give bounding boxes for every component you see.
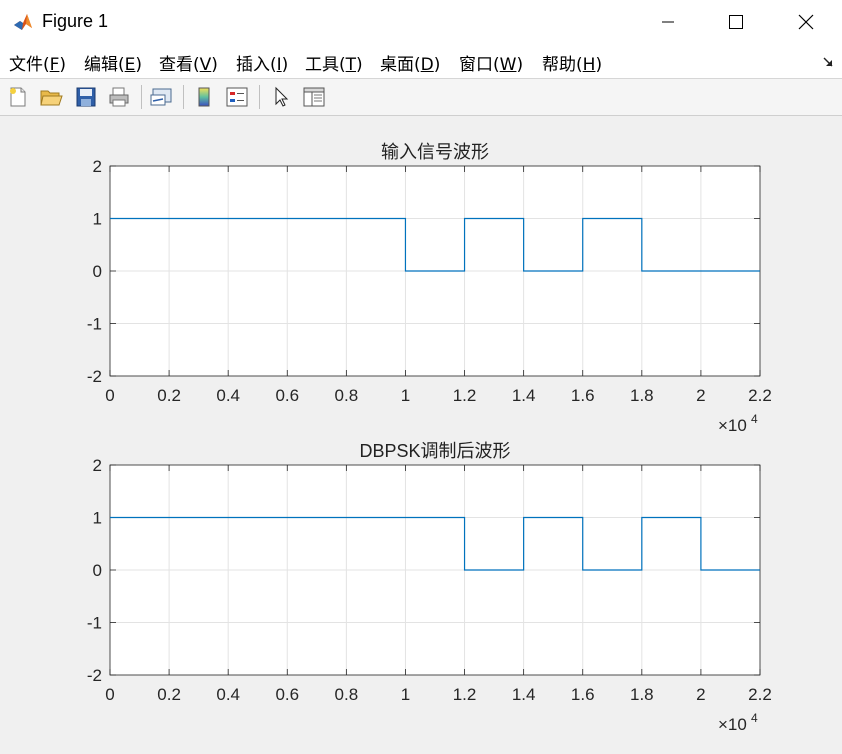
x-tick-label: 1.8 xyxy=(630,386,654,405)
y-tick-label: 2 xyxy=(93,456,102,475)
x-tick-label: 2 xyxy=(696,685,705,704)
x-tick-label: 0.6 xyxy=(275,386,299,405)
y-tick-label: 0 xyxy=(93,262,102,281)
link-plot-icon xyxy=(150,88,172,106)
new-figure-button[interactable] xyxy=(4,83,32,111)
menu-window[interactable]: 窗口(W) xyxy=(459,50,523,75)
x-tick-label: 1.2 xyxy=(453,386,477,405)
link-plot-button[interactable] xyxy=(147,83,175,111)
x-tick-label: 1.6 xyxy=(571,685,595,704)
x-tick-label: 1.4 xyxy=(512,685,536,704)
x-exponent: 4 xyxy=(751,711,758,725)
x-tick-label: 1.4 xyxy=(512,386,536,405)
x-tick-label: 2 xyxy=(696,386,705,405)
y-tick-label: 2 xyxy=(93,157,102,176)
minimize-icon xyxy=(662,21,674,23)
y-tick-label: 1 xyxy=(93,210,102,229)
save-button[interactable] xyxy=(72,83,100,111)
plot-canvas[interactable]: 0 0.2 0.4 0.6 0.8 1 1.2 1.4 1.6 1.8 2 2.2 2 1 0 -1 -2 ×10… xyxy=(0,116,842,750)
menu-file[interactable]: 文件(F) xyxy=(9,50,66,75)
property-inspector-icon xyxy=(303,87,325,107)
x-tick-label: 1.6 xyxy=(571,386,595,405)
axes-title: 输入信号波形 xyxy=(381,142,489,162)
y-tick-label: -2 xyxy=(87,367,102,386)
y-tick-label: 1 xyxy=(93,509,102,528)
menu-edit[interactable]: 编辑(E) xyxy=(84,50,142,75)
axes-title: DBPSK调制后波形 xyxy=(359,441,510,461)
edit-plot-button[interactable] xyxy=(267,83,295,111)
print-button[interactable] xyxy=(105,83,133,111)
print-icon xyxy=(109,87,129,107)
toolbar-separator xyxy=(259,85,260,109)
legend-button[interactable] xyxy=(223,83,251,111)
maximize-icon xyxy=(729,15,743,29)
x-exponent: 4 xyxy=(751,412,758,426)
close-icon xyxy=(798,14,814,30)
close-button[interactable] xyxy=(778,0,834,44)
x-exponent-label: ×10 xyxy=(718,416,747,435)
y-tick-label: -1 xyxy=(87,614,102,633)
y-tick-label: -2 xyxy=(87,666,102,685)
x-tick-label: 0 xyxy=(105,685,114,704)
x-tick-label: 0 xyxy=(105,386,114,405)
minimize-button[interactable] xyxy=(640,0,696,44)
x-exponent-label: ×10 xyxy=(718,715,747,734)
legend-icon xyxy=(226,87,248,107)
figure-canvas[interactable]: 0 0.2 0.4 0.6 0.8 1 1.2 1.4 1.6 1.8 2 2.2 2 1 0 -1 -2 ×10… xyxy=(0,116,842,750)
y-tick-label: 0 xyxy=(93,561,102,580)
open-file-button[interactable] xyxy=(37,83,65,111)
property-inspector-button[interactable] xyxy=(300,83,328,111)
x-tick-label: 0.8 xyxy=(335,386,359,405)
new-figure-icon xyxy=(10,87,26,107)
save-icon xyxy=(76,87,96,107)
x-tick-label: 0.4 xyxy=(216,386,240,405)
menu-view[interactable]: 查看(V) xyxy=(159,50,218,75)
matlab-logo-icon xyxy=(12,11,34,33)
menu-tools[interactable]: 工具(T) xyxy=(305,50,363,75)
axes-1[interactable]: 0 0.2 0.4 0.6 0.8 1 1.2 1.4 1.6 1.8 2 2.2 2 1 0 -1 -2 ×10… xyxy=(87,142,772,435)
maximize-button[interactable] xyxy=(708,0,764,44)
toolbar xyxy=(0,79,842,116)
x-tick-label: 2.2 xyxy=(748,685,772,704)
x-tick-label: 0.2 xyxy=(157,386,181,405)
colorbar-button[interactable] xyxy=(190,83,218,111)
menu-bar: 文件(F) 编辑(E) 查看(V) 插入(I) 工具(T) 桌面(D) 窗口(W… xyxy=(0,44,842,79)
axes-2[interactable]: 0 0.2 0.4 0.6 0.8 1 1.2 1.4 1.6 1.8 2 2.2 2 1 0 -1 -2 ×10… xyxy=(87,441,772,734)
menu-insert[interactable]: 插入(I) xyxy=(236,50,288,75)
x-tick-label: 1.2 xyxy=(453,685,477,704)
menu-help[interactable]: 帮助(H) xyxy=(542,50,602,75)
toolbar-separator xyxy=(141,85,142,109)
x-tick-label: 0.8 xyxy=(335,685,359,704)
x-tick-label: 1.8 xyxy=(630,685,654,704)
open-file-icon xyxy=(40,90,63,106)
y-tick-label: -1 xyxy=(87,315,102,334)
dock-arrow-icon[interactable] xyxy=(822,56,834,68)
x-tick-label: 1 xyxy=(401,685,410,704)
pointer-icon xyxy=(275,86,289,107)
x-tick-label: 0.4 xyxy=(216,685,240,704)
toolbar-separator xyxy=(183,85,184,109)
colorbar-icon xyxy=(198,87,210,107)
x-tick-label: 0.2 xyxy=(157,685,181,704)
x-tick-label: 0.6 xyxy=(275,685,299,704)
window-title: Figure 1 xyxy=(42,11,109,31)
menu-desktop[interactable]: 桌面(D) xyxy=(380,50,440,75)
title-bar: Figure 1 xyxy=(0,0,842,44)
x-tick-label: 2.2 xyxy=(748,386,772,405)
x-tick-label: 1 xyxy=(401,386,410,405)
